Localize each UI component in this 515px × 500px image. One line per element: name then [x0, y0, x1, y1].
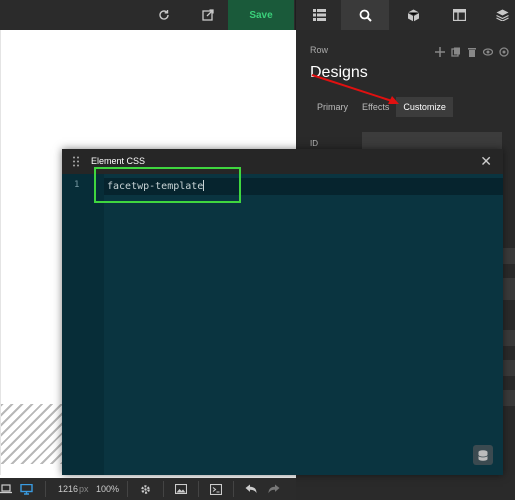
drag-handle-icon[interactable]	[72, 156, 80, 167]
highlight-box	[94, 167, 241, 203]
line-number-gutter	[62, 174, 104, 475]
list-icon[interactable]	[302, 0, 336, 30]
divider	[127, 481, 128, 497]
settings-icon[interactable]	[499, 44, 509, 57]
laptop-icon[interactable]	[0, 478, 14, 500]
divider	[198, 481, 199, 497]
panel-control[interactable]	[501, 248, 515, 264]
element-title: Designs	[310, 64, 368, 81]
panel-control[interactable]	[501, 278, 515, 300]
desktop-icon[interactable]	[20, 478, 38, 500]
redo-icon[interactable]	[268, 478, 282, 500]
panel-actions	[435, 44, 509, 57]
gear-icon[interactable]	[140, 478, 154, 500]
layout-icon[interactable]	[444, 0, 474, 30]
layers-icon[interactable]	[490, 0, 515, 30]
tab-effects[interactable]: Effects	[355, 97, 396, 117]
element-css-modal: Element CSS ✕ 1 facetwp-template	[62, 149, 503, 475]
delete-icon[interactable]	[467, 44, 477, 57]
divider	[45, 481, 46, 497]
eye-icon[interactable]	[482, 44, 494, 56]
search-icon[interactable]	[341, 0, 389, 30]
bottom-toolbar: 1216 px 100%	[0, 478, 296, 500]
id-field[interactable]	[362, 132, 502, 149]
save-button[interactable]: Save	[228, 0, 294, 30]
refresh-icon[interactable]	[152, 0, 176, 30]
divider	[233, 481, 234, 497]
panel-control[interactable]	[501, 360, 515, 376]
database-icon[interactable]	[473, 445, 493, 465]
panel-control[interactable]	[501, 330, 515, 346]
zoom-readout[interactable]: 100%	[96, 478, 119, 500]
tab-primary[interactable]: Primary	[310, 97, 355, 117]
canvas-width-readout[interactable]: 1216 px	[58, 478, 89, 500]
copy-icon[interactable]	[451, 44, 461, 57]
close-icon[interactable]: ✕	[480, 154, 492, 168]
hatched-placeholder	[1, 404, 63, 464]
cube-icon[interactable]	[398, 0, 428, 30]
move-icon[interactable]	[435, 44, 445, 57]
terminal-icon[interactable]	[210, 478, 224, 500]
panel-tabs: Primary Effects Customize	[310, 97, 453, 117]
image-icon[interactable]	[175, 478, 189, 500]
divider	[295, 0, 296, 30]
modal-title: Element CSS	[91, 156, 146, 166]
divider	[163, 481, 164, 497]
undo-icon[interactable]	[245, 478, 259, 500]
id-label: ID	[310, 139, 318, 148]
line-number: 1	[74, 180, 80, 190]
top-toolbar: Save	[0, 0, 515, 30]
panel-control[interactable]	[501, 390, 515, 406]
external-link-icon[interactable]	[196, 0, 220, 30]
tab-customize[interactable]: Customize	[396, 97, 453, 117]
element-type-label: Row	[310, 45, 329, 55]
